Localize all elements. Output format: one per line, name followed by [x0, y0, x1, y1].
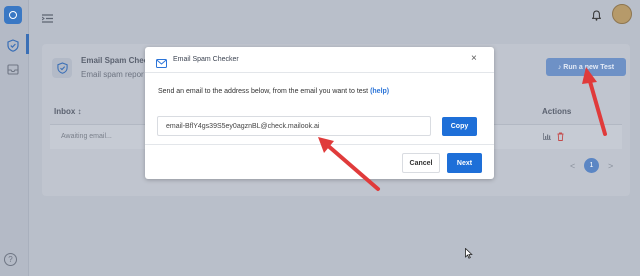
menu-icon[interactable]	[41, 10, 53, 28]
modal-description: Send an email to the address below, from…	[158, 88, 389, 95]
card-subtitle: Email spam repor	[81, 70, 144, 79]
table-header-actions: Actions	[542, 107, 572, 116]
test-email-field[interactable]: email-BflY4gs39S5ey0agznBL@check.mailook…	[157, 116, 431, 136]
table-header-inbox[interactable]: Inbox ↕	[54, 107, 82, 116]
pagination-current[interactable]: 1	[584, 158, 599, 173]
pagination-next[interactable]: >	[608, 161, 613, 171]
close-icon[interactable]: ×	[471, 54, 477, 64]
shield-check-icon[interactable]	[4, 36, 22, 54]
inbox-icon[interactable]	[4, 60, 22, 78]
mail-icon	[156, 55, 167, 73]
help-icon[interactable]: ?	[4, 253, 17, 266]
top-bar	[30, 0, 640, 30]
cancel-button[interactable]: Cancel	[402, 153, 440, 173]
left-rail: ?	[0, 0, 29, 276]
shield-check-icon	[52, 58, 72, 78]
modal-title: Email Spam Checker	[173, 56, 239, 63]
row-status: Awaiting email...	[61, 133, 112, 140]
rail-active-indicator	[26, 34, 29, 54]
mouse-cursor-icon	[465, 246, 473, 264]
run-new-test-button[interactable]: ♪ Run a new Test	[546, 58, 626, 76]
trash-icon[interactable]	[557, 132, 564, 143]
pagination-prev[interactable]: <	[570, 161, 575, 171]
bell-icon[interactable]	[591, 8, 602, 26]
modal-footer-divider	[145, 144, 494, 145]
spam-checker-modal: Email Spam Checker × Send an email to th…	[145, 47, 494, 179]
next-button[interactable]: Next	[447, 153, 482, 173]
copy-button[interactable]: Copy	[442, 117, 477, 136]
bar-chart-icon[interactable]	[543, 133, 551, 142]
app-logo-icon[interactable]	[4, 6, 22, 24]
help-link[interactable]: (help)	[370, 88, 389, 95]
modal-description-text: Send an email to the address below, from…	[158, 88, 369, 95]
avatar[interactable]	[612, 4, 632, 24]
